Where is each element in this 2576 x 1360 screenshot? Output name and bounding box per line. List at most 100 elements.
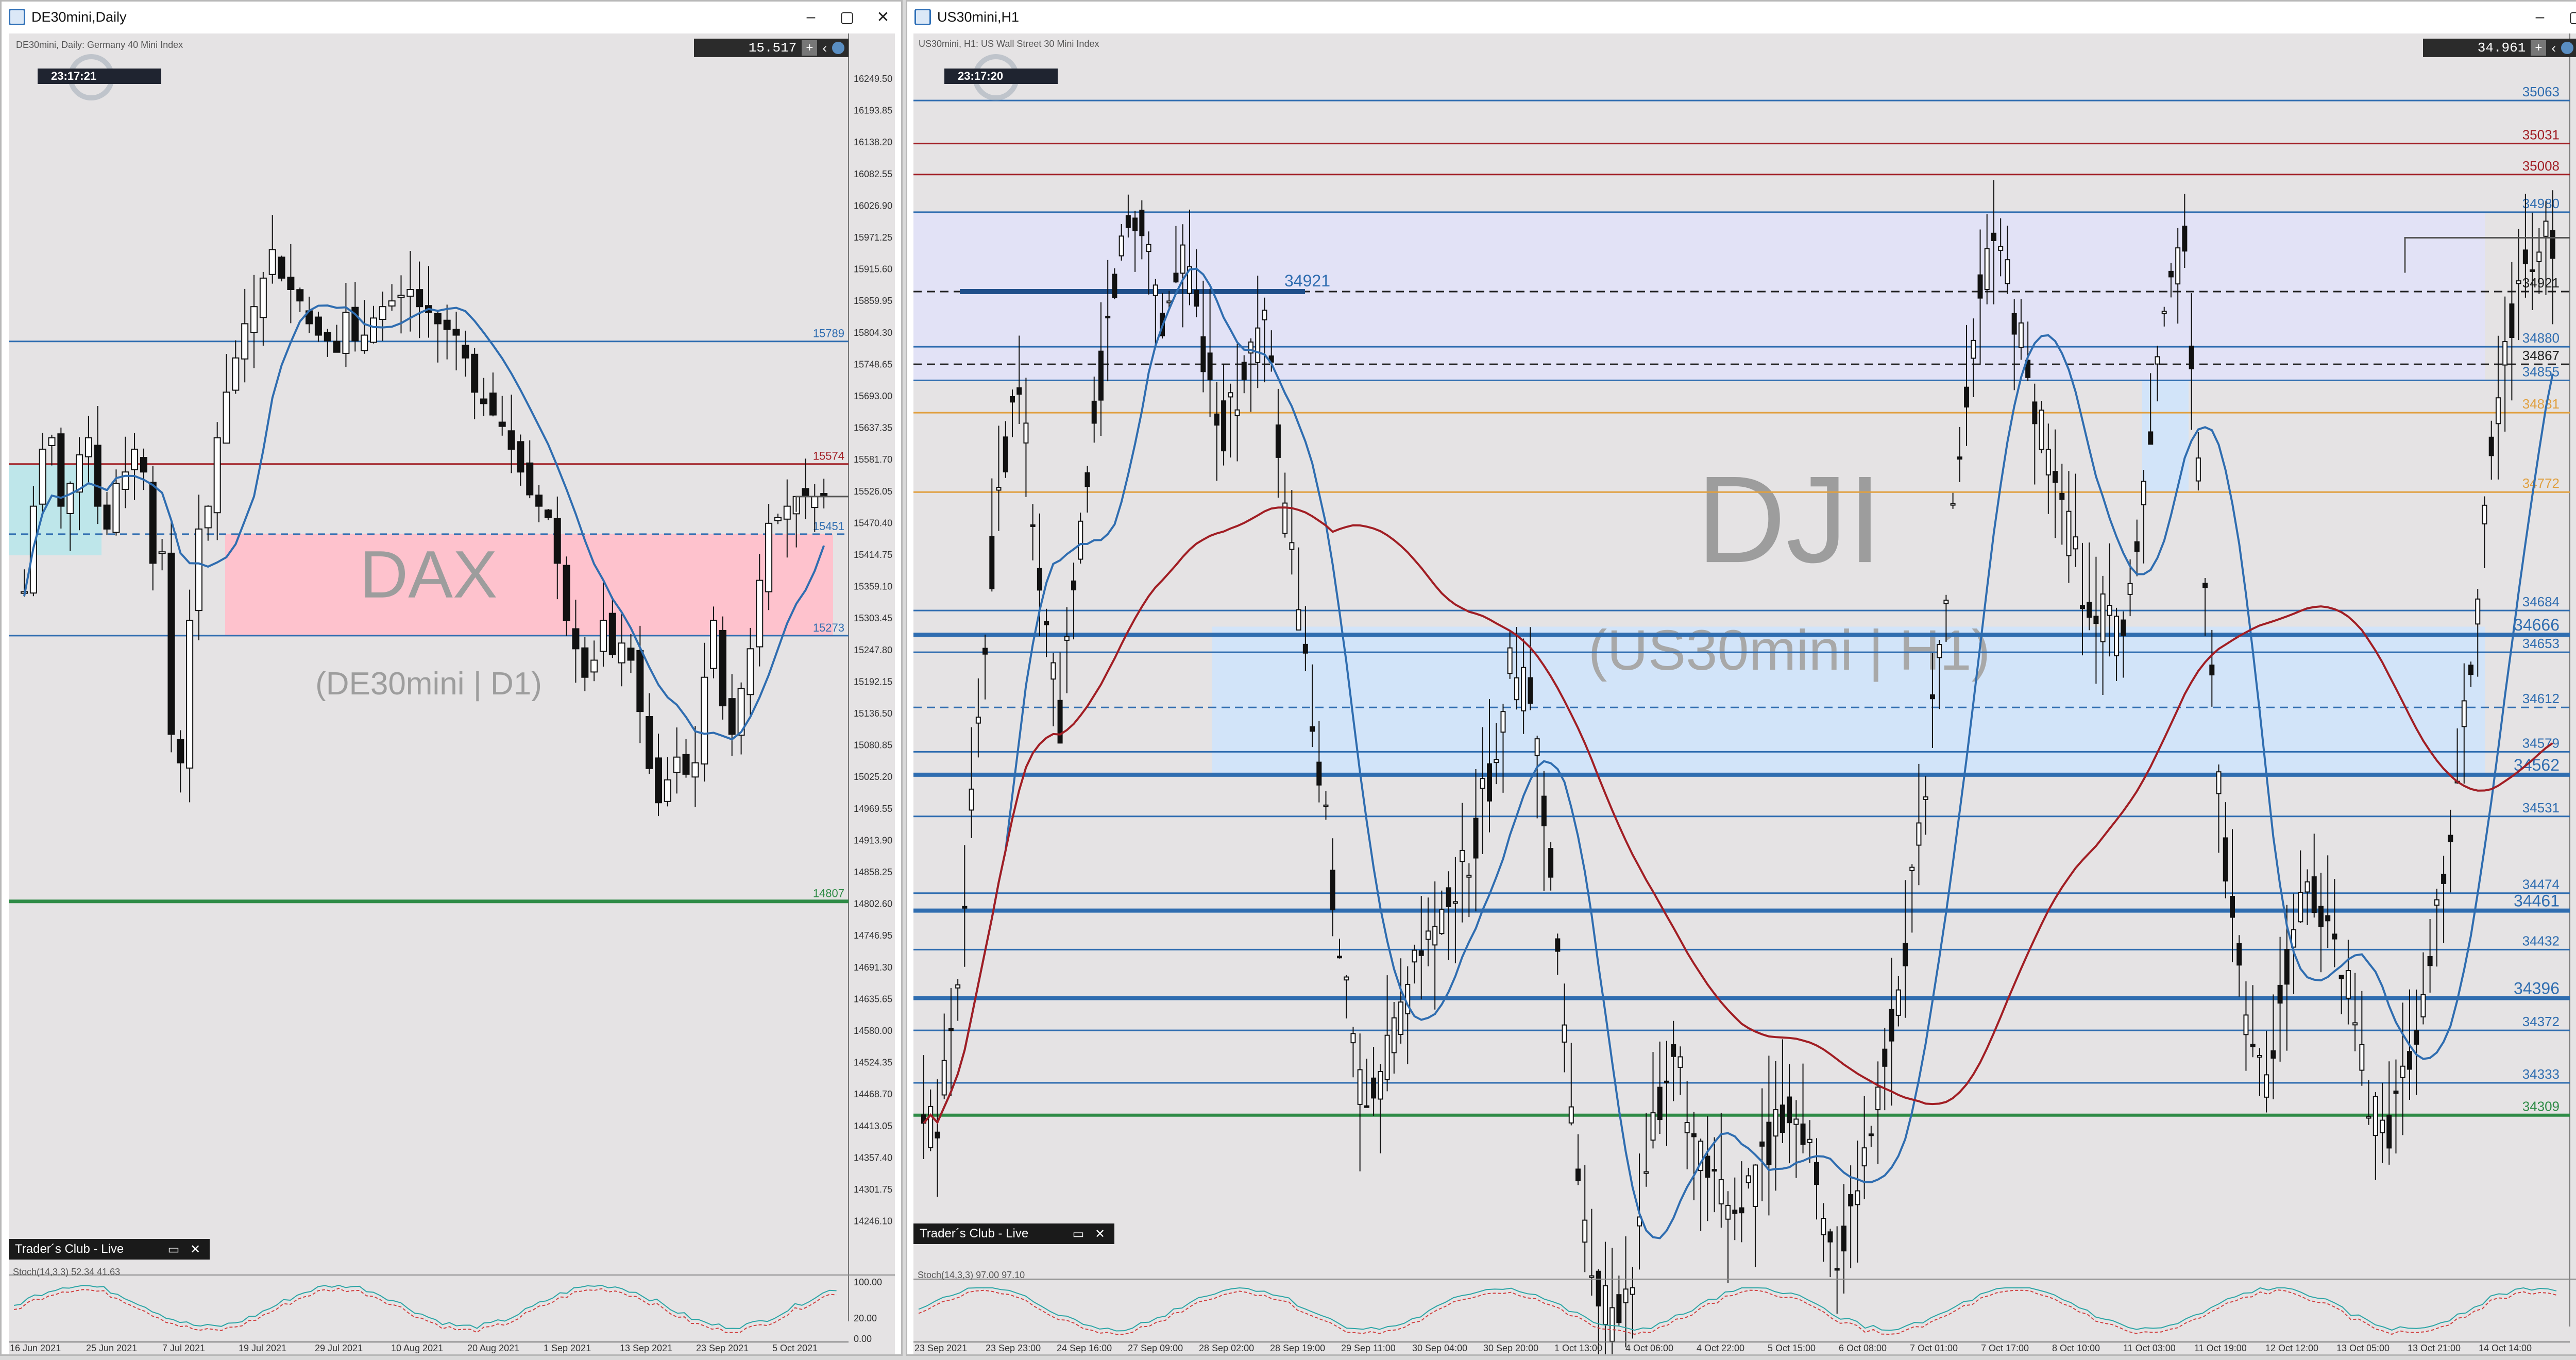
server-clock: 23:17:21 [38, 69, 161, 84]
minimize-button[interactable]: – [2522, 2, 2558, 32]
globe-icon[interactable] [2561, 42, 2573, 54]
plus-icon[interactable]: + [2531, 40, 2547, 56]
candle-body [1807, 1138, 1812, 1143]
dji-chart-window[interactable]: US30mini,H1 – ▢ ✕ 35086.0035061.5035037.… [906, 0, 2576, 1356]
level-label-35008: 35008 [2522, 158, 2560, 174]
minimize-button[interactable]: – [793, 2, 829, 32]
candle-body [2380, 1119, 2385, 1133]
candle-body [2134, 541, 2140, 552]
candle-body [1609, 1307, 1615, 1342]
candle-body [2202, 583, 2208, 588]
candle-body [416, 289, 423, 308]
stoch-signal-line [13, 1287, 837, 1333]
stoch-main-line [13, 1284, 837, 1329]
candle-body [167, 552, 175, 735]
chart-canvas[interactable]: 35086.0035061.5035037.0035012.5034988.00… [913, 33, 2576, 1354]
candle-body [2420, 994, 2426, 1017]
price-tick-label: 14301.75 [854, 1184, 892, 1195]
candle-body [2039, 410, 2044, 450]
price-box[interactable]: 15.517 + ‹ [694, 39, 849, 57]
candle-body [2530, 269, 2535, 272]
candle-body [1882, 1048, 1888, 1067]
date-tick-label: 23 Sep 2021 [696, 1343, 749, 1353]
candle-body [66, 483, 74, 514]
candle-body [333, 341, 341, 353]
candle-body [1745, 1175, 1751, 1183]
candle-body [563, 565, 570, 621]
price-tick-label: 16082.55 [854, 169, 892, 179]
plus-icon[interactable]: + [802, 40, 818, 56]
level-label-35063: 35063 [2522, 84, 2560, 99]
watermark-symbol: DAX [360, 537, 497, 612]
window-titlebar[interactable]: US30mini,H1 – ▢ ✕ [907, 2, 2576, 32]
close-button[interactable]: ✕ [865, 2, 901, 32]
restore-icon[interactable]: ▭ [1070, 1226, 1087, 1242]
date-tick-label: 5 Oct 2021 [772, 1343, 818, 1353]
candle-body [1084, 472, 1090, 487]
candle-body [1630, 1287, 1635, 1295]
level-label-34333: 34333 [2522, 1066, 2560, 1082]
candle-body [1616, 1294, 1622, 1323]
candle-body [204, 505, 212, 529]
candle-body [1596, 1270, 1601, 1307]
date-tick-label: 4 Oct 22:00 [1697, 1343, 1744, 1353]
candle-body [2189, 345, 2194, 369]
dax-chart-window[interactable]: DE30mini,Daily – ▢ ✕ 16249.50 16193.85 161… [0, 0, 903, 1356]
chart-canvas[interactable]: 16249.50 16193.85 16138.20 16082.55 16026.90… [9, 33, 895, 1354]
price-tick-label: 14246.10 [854, 1216, 892, 1227]
candle-body [2209, 665, 2215, 676]
current-price-line [795, 496, 849, 512]
candle-body [1800, 1123, 1806, 1145]
date-tick-label: 24 Sep 16:00 [1057, 1343, 1112, 1353]
maximize-button[interactable]: ▢ [2558, 2, 2576, 32]
level-label-34531: 34531 [2522, 800, 2560, 815]
candle-body [507, 430, 515, 450]
candle-body [1841, 1226, 1846, 1252]
candle-body [186, 620, 194, 769]
globe-icon[interactable] [832, 42, 844, 54]
price-tick-label: 15247.80 [854, 645, 892, 655]
candle-body [2509, 303, 2515, 338]
candle-body [2073, 536, 2078, 550]
price-box[interactable]: 34.961 + ‹ [2423, 39, 2576, 57]
window-title: US30mini,H1 [937, 9, 1020, 25]
symbol-header: DE30mini, Daily: Germany 40 Mini Index [16, 40, 183, 50]
candle-body [1916, 822, 1922, 846]
price-chart[interactable]: 35086.0035061.5035037.0035012.5034988.00… [913, 33, 2576, 1354]
candle-body [2045, 449, 2051, 475]
indicator-panel-bar[interactable]: Trader´s Club - Live ▭ ✕ [9, 1239, 210, 1260]
candle-body [526, 462, 534, 496]
candle-body [783, 505, 791, 520]
candle-body [1037, 568, 1042, 591]
candle-body [324, 332, 331, 342]
candle-body [1275, 424, 1281, 458]
candle-body [1691, 1133, 1697, 1137]
candle-body [1425, 930, 1431, 940]
price-tick-label: 15971.25 [854, 232, 892, 243]
close-icon[interactable]: ✕ [187, 1241, 204, 1257]
candle-body [1153, 284, 1158, 296]
date-tick-label: 14 Oct 14:00 [2479, 1343, 2532, 1353]
indicator-panel-bar[interactable]: Trader´s Club - Live ▭ ✕ [913, 1223, 1114, 1244]
chevron-left-icon[interactable]: ‹ [822, 40, 827, 56]
price-tick-label: 14580.00 [854, 1026, 892, 1036]
chart-window-icon [9, 9, 25, 25]
maximize-button[interactable]: ▢ [829, 2, 865, 32]
candle-body [2522, 249, 2528, 264]
candle-body [1937, 644, 1942, 658]
candle-body [1739, 1207, 1744, 1214]
candle-body [1071, 580, 1077, 590]
date-tick-label: 5 Oct 15:00 [1768, 1343, 1816, 1353]
candle-body [1861, 1147, 1867, 1167]
level-label-34772: 34772 [2522, 475, 2560, 491]
window-titlebar[interactable]: DE30mini,Daily – ▢ ✕ [2, 2, 901, 32]
candle-body [241, 323, 249, 360]
symbol-header: US30mini, H1: US Wall Street 30 Mini Ind… [919, 39, 1099, 49]
candle-body [1302, 643, 1308, 654]
close-icon[interactable]: ✕ [1092, 1226, 1108, 1242]
price-tick-label: 15693.00 [854, 391, 892, 401]
candle-body [719, 630, 726, 707]
price-chart[interactable]: 16249.50 16193.85 16138.20 16082.55 16026.90… [9, 33, 895, 1354]
restore-icon[interactable]: ▭ [165, 1241, 182, 1257]
chevron-left-icon[interactable]: ‹ [2551, 40, 2556, 56]
